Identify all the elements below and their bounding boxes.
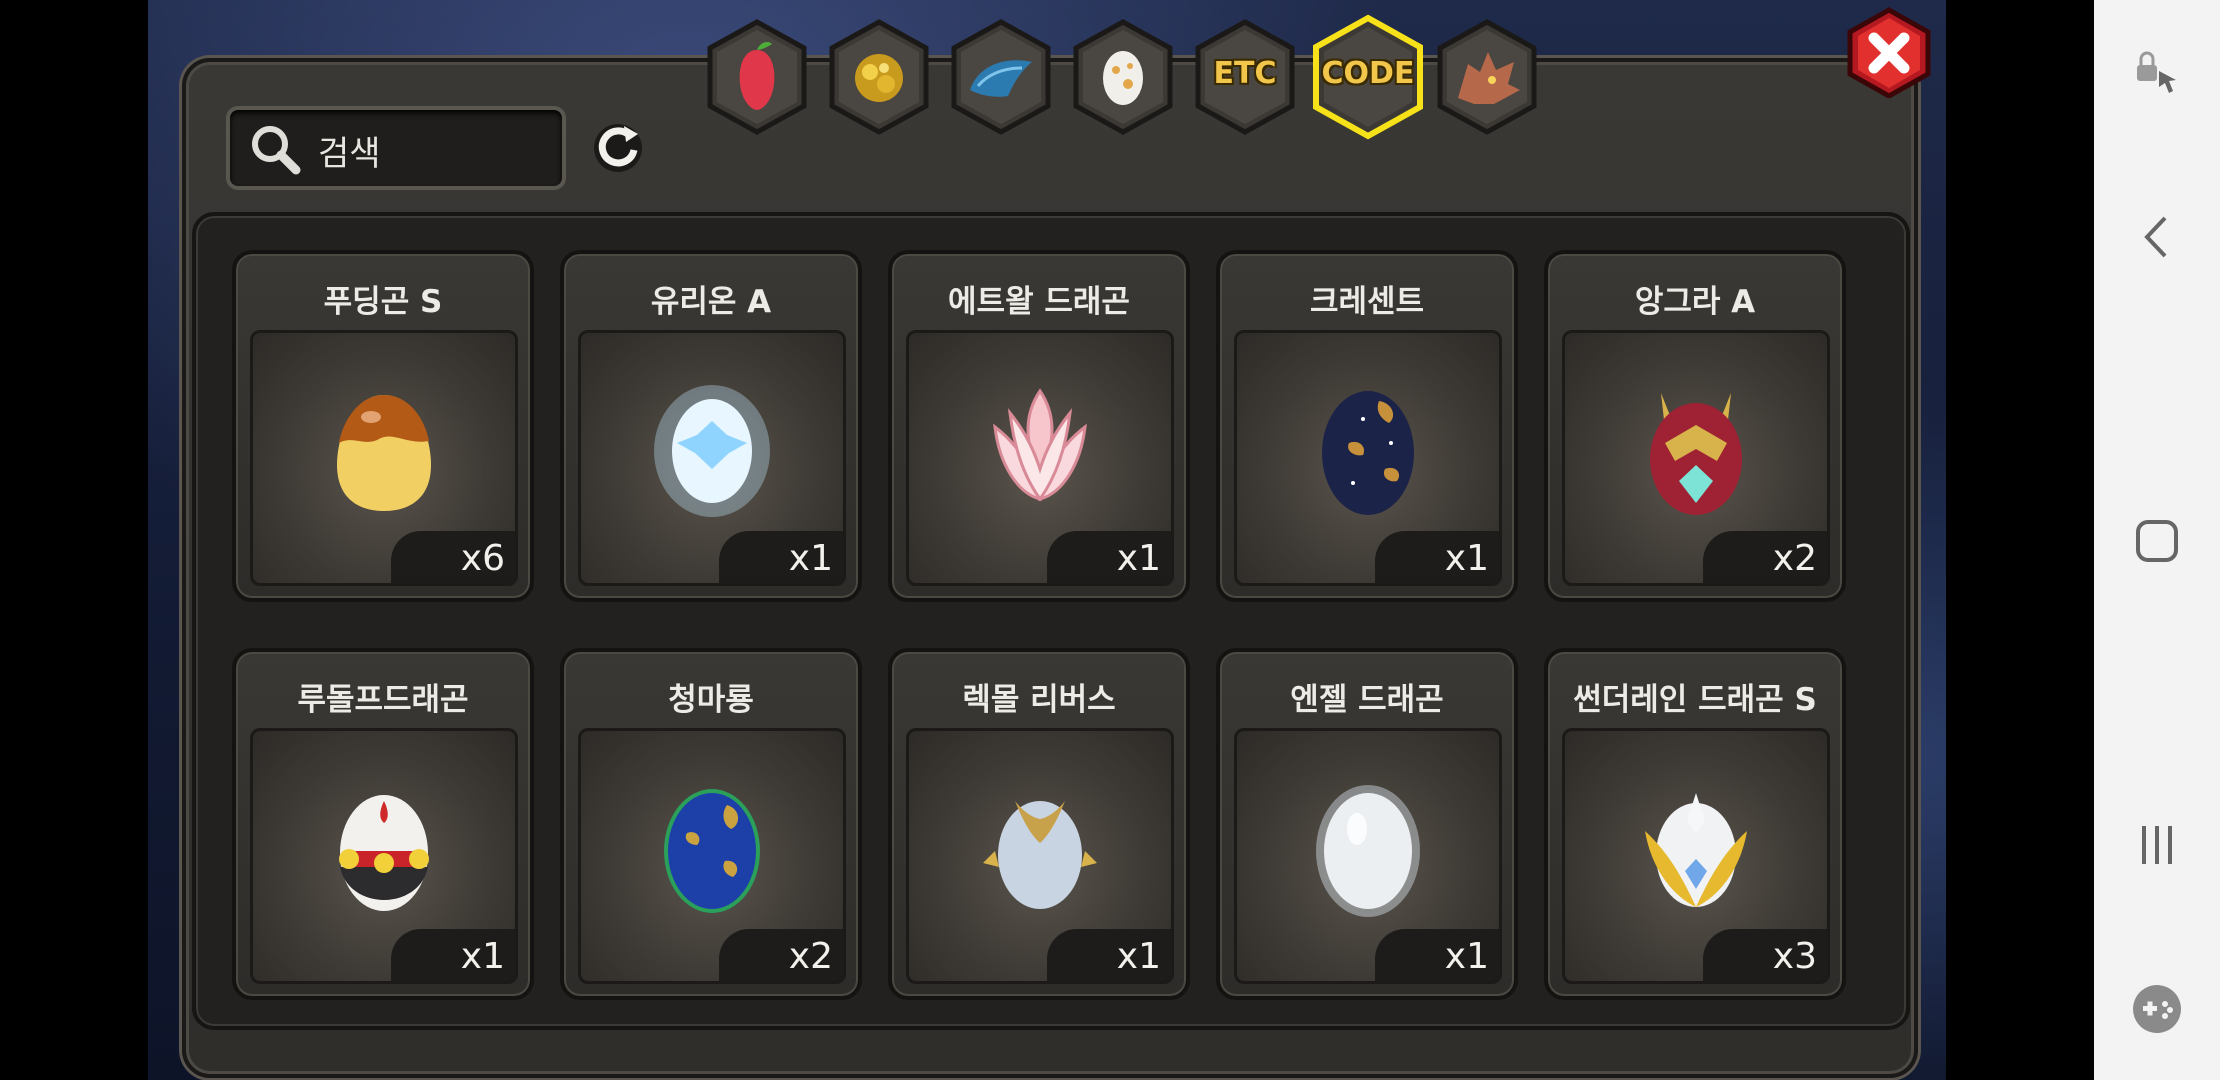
item-image: x2 bbox=[578, 728, 846, 984]
item-image: x3 bbox=[1562, 728, 1830, 984]
item-count: x1 bbox=[1375, 929, 1499, 981]
back-icon[interactable] bbox=[2120, 200, 2194, 274]
item-count: x2 bbox=[1703, 531, 1827, 583]
tab-fruit[interactable] bbox=[704, 18, 810, 136]
item-card[interactable]: 크레센트 x1 bbox=[1216, 250, 1518, 602]
item-name: 에트왈 드래곤 bbox=[948, 284, 1130, 320]
refresh-icon[interactable] bbox=[586, 114, 650, 178]
item-card[interactable]: 푸딩곤 S x6 bbox=[232, 250, 534, 602]
item-image: x1 bbox=[906, 330, 1174, 586]
tab-code[interactable]: CODE bbox=[1310, 14, 1426, 140]
bell-egg-icon bbox=[339, 795, 429, 911]
item-image: x1 bbox=[906, 728, 1174, 984]
glowing-egg-icon bbox=[654, 385, 770, 517]
item-image: x1 bbox=[1234, 330, 1502, 586]
item-count: x3 bbox=[1703, 929, 1827, 981]
item-name: 유리온 A bbox=[650, 284, 772, 320]
item-image: x1 bbox=[250, 728, 518, 984]
item-image: x1 bbox=[1234, 728, 1502, 984]
item-card[interactable]: 앙그라 A x2 bbox=[1544, 250, 1846, 602]
tab-etc-label: ETC bbox=[1213, 56, 1277, 91]
item-card[interactable]: 렉몰 리버스 x1 bbox=[888, 648, 1190, 1000]
item-image: x2 bbox=[1562, 330, 1830, 586]
starry-egg-icon bbox=[1322, 391, 1414, 515]
item-count: x1 bbox=[391, 929, 515, 981]
search-icon bbox=[246, 122, 306, 182]
blue-gold-egg-icon bbox=[664, 789, 760, 913]
item-count: x6 bbox=[391, 531, 515, 583]
item-name: 렉몰 리버스 bbox=[962, 682, 1116, 718]
item-image: x1 bbox=[578, 330, 846, 586]
item-count: x1 bbox=[1375, 531, 1499, 583]
item-name: 앙그라 A bbox=[1634, 284, 1756, 320]
item-card[interactable]: 썬더레인 드래곤 S x3 bbox=[1544, 648, 1846, 1000]
item-name: 썬더레인 드래곤 S bbox=[1573, 682, 1817, 718]
egg-icon bbox=[1103, 51, 1143, 105]
item-card[interactable]: 청마룡 x2 bbox=[560, 648, 862, 1000]
search-input[interactable]: 검색 bbox=[226, 106, 566, 190]
touch-lock-icon[interactable] bbox=[2120, 36, 2194, 110]
item-card[interactable]: 엔젤 드래곤 x1 bbox=[1216, 648, 1518, 1000]
tab-dragon[interactable] bbox=[1434, 18, 1540, 136]
tab-etc[interactable]: ETC bbox=[1192, 18, 1298, 136]
tab-code-label: CODE bbox=[1321, 56, 1415, 91]
search-placeholder: 검색 bbox=[318, 134, 381, 174]
game-tools-icon[interactable] bbox=[2120, 972, 2194, 1046]
home-icon[interactable] bbox=[2120, 504, 2194, 578]
tab-dragon-scale[interactable] bbox=[948, 18, 1054, 136]
lotus-egg-icon bbox=[993, 388, 1087, 502]
item-count: x1 bbox=[1047, 531, 1171, 583]
item-name: 루돌프드래곤 bbox=[297, 682, 469, 718]
white-egg-icon bbox=[1316, 785, 1420, 917]
gold-winged-egg-icon bbox=[1645, 793, 1747, 907]
item-count: x1 bbox=[1047, 929, 1171, 981]
item-card[interactable]: 루돌프드래곤 x1 bbox=[232, 648, 534, 1000]
close-button[interactable] bbox=[1844, 6, 1934, 99]
gold-ore-icon bbox=[855, 54, 903, 102]
item-name: 크레센트 bbox=[1309, 284, 1425, 320]
silver-egg-icon bbox=[983, 801, 1097, 909]
item-card[interactable]: 유리온 A x1 bbox=[560, 250, 862, 602]
recent-apps-icon[interactable] bbox=[2120, 808, 2194, 882]
horned-red-egg-icon bbox=[1650, 393, 1742, 515]
item-image: x6 bbox=[250, 330, 518, 586]
item-name: 청마룡 bbox=[668, 682, 754, 718]
item-name: 엔젤 드래곤 bbox=[1290, 682, 1444, 718]
tab-egg[interactable] bbox=[1070, 18, 1176, 136]
item-count: x2 bbox=[719, 929, 843, 981]
item-count: x1 bbox=[719, 531, 843, 583]
tab-gold-ore[interactable] bbox=[826, 18, 932, 136]
item-card[interactable]: 에트왈 드래곤 x1 bbox=[888, 250, 1190, 602]
pudding-egg-icon bbox=[337, 395, 431, 511]
item-name: 푸딩곤 S bbox=[323, 284, 443, 320]
